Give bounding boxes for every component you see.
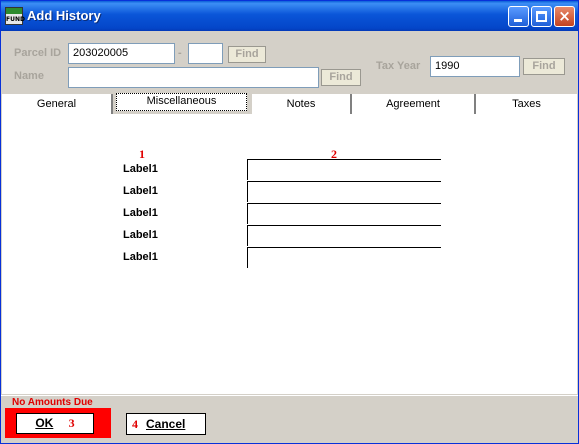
cancel-label: Cancel xyxy=(146,417,186,431)
tab-taxes[interactable]: Taxes xyxy=(476,94,577,116)
find-name-button[interactable]: Find xyxy=(321,69,361,86)
ok-marker: 3 xyxy=(68,416,75,430)
ok-button[interactable]: OK 3 xyxy=(16,413,94,434)
parcel-id-input[interactable]: 203020005 xyxy=(68,43,175,64)
add-history-window: FUND Add History × Parcel ID 203020005 -… xyxy=(0,0,579,444)
maximize-icon xyxy=(536,11,547,22)
row-input[interactable] xyxy=(247,225,441,246)
minimize-icon xyxy=(514,19,522,22)
app-icon-text: FUND xyxy=(6,16,25,23)
parcel-dash: - xyxy=(178,47,182,59)
find-tax-year-button[interactable]: Find xyxy=(523,58,565,75)
status-message: No Amounts Due xyxy=(12,397,93,408)
name-input[interactable] xyxy=(68,67,319,88)
tab-agreement[interactable]: Agreement xyxy=(352,94,476,116)
tax-year-label: Tax Year xyxy=(376,60,421,72)
row-label: Label1 xyxy=(123,207,158,219)
find-parcel-button[interactable]: Find xyxy=(228,46,266,63)
row-label: Label1 xyxy=(123,163,158,175)
window-title: Add History xyxy=(27,8,101,23)
row-input[interactable] xyxy=(247,181,441,202)
tab-miscellaneous[interactable]: Miscellaneous xyxy=(116,93,247,111)
minimize-button[interactable] xyxy=(508,6,529,27)
ok-label: OK xyxy=(35,416,54,430)
parcel-suffix-input[interactable] xyxy=(188,43,223,64)
close-button[interactable]: × xyxy=(554,6,575,27)
cancel-marker: 4 xyxy=(132,417,138,431)
close-icon: × xyxy=(558,7,571,25)
row-label: Label1 xyxy=(123,251,158,263)
row-input[interactable] xyxy=(247,159,441,180)
tab-notes[interactable]: Notes xyxy=(252,94,352,116)
tab-general[interactable]: General xyxy=(2,94,113,116)
app-icon: FUND xyxy=(5,7,25,25)
row-input[interactable] xyxy=(247,203,441,224)
row-label: Label1 xyxy=(123,185,158,197)
row-input[interactable] xyxy=(247,247,441,268)
cancel-button[interactable]: 4 Cancel xyxy=(126,413,206,435)
name-label: Name xyxy=(14,70,44,82)
tab-strip: General Miscellaneous Notes Agreement Ta… xyxy=(2,92,577,116)
tax-year-input[interactable]: 1990 xyxy=(430,56,520,77)
column-marker-1: 1 xyxy=(139,147,145,161)
row-label: Label1 xyxy=(123,229,158,241)
title-bar[interactable]: FUND Add History × xyxy=(1,1,578,31)
maximize-button[interactable] xyxy=(531,6,552,27)
parcel-id-label: Parcel ID xyxy=(14,47,62,59)
